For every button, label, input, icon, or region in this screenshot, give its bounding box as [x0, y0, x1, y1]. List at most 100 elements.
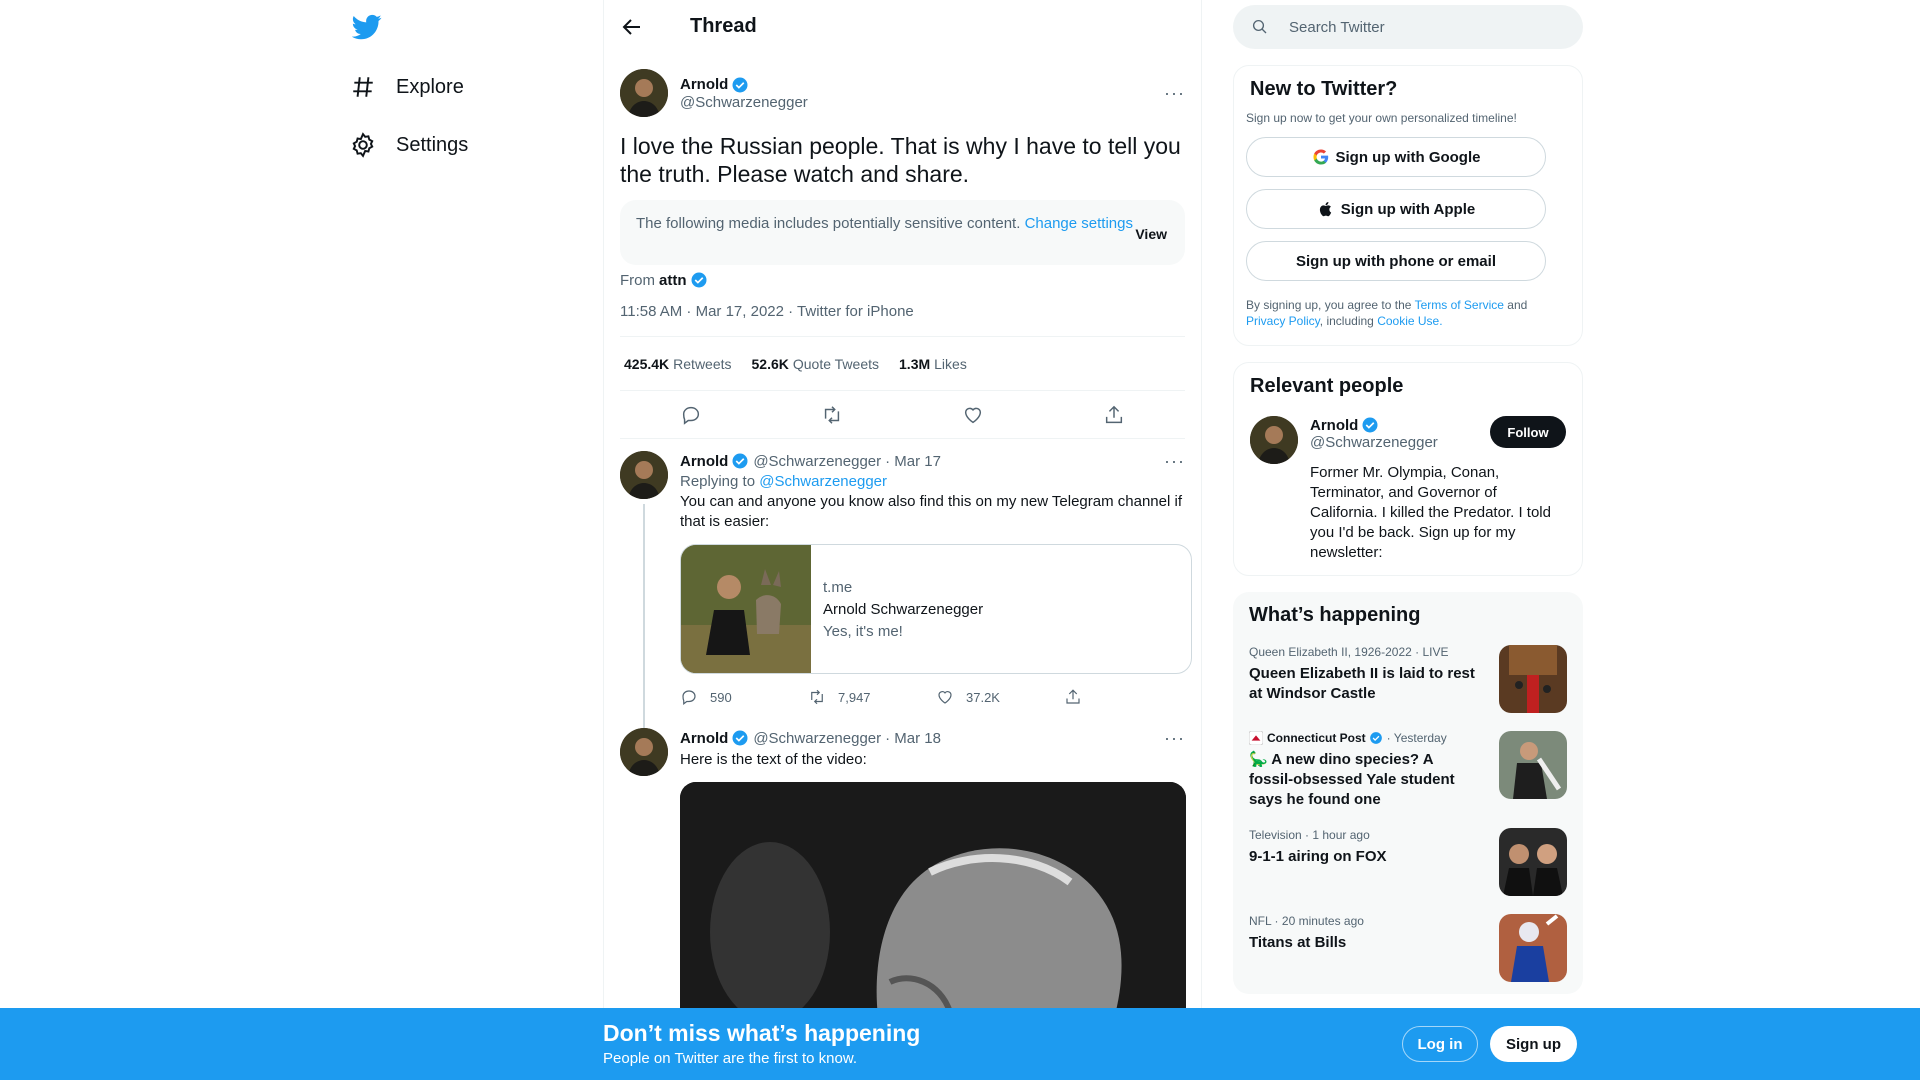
verified-badge-icon	[1362, 417, 1378, 433]
retweet-button[interactable]: 7,947	[808, 688, 936, 706]
trend-source: Connecticut Post	[1267, 731, 1366, 745]
signup-google-button[interactable]: Sign up with Google	[1246, 137, 1546, 177]
author-name[interactable]: Arnold	[680, 453, 728, 470]
more-options-icon[interactable]: ···	[1164, 451, 1185, 472]
search-placeholder: Search Twitter	[1289, 18, 1385, 36]
person-name[interactable]: Arnold	[1310, 417, 1358, 434]
reply-tweet[interactable]: Arnold @Schwarzenegger · Mar 17 ··· Repl…	[604, 439, 1201, 759]
trend-thumbnail	[1499, 914, 1567, 982]
author-handle[interactable]: @Schwarzenegger	[753, 453, 881, 470]
retweets-stat[interactable]: 425.4K Retweets	[624, 356, 732, 372]
tweet-date[interactable]: · Mar 18	[885, 730, 941, 747]
trend-item[interactable]: Television · 1 hour ago 9-1-1 airing on …	[1249, 828, 1567, 896]
terms-including: , including	[1319, 314, 1374, 328]
tweet-date[interactable]: · Mar 17	[885, 453, 941, 470]
privacy-policy-link[interactable]: Privacy Policy	[1246, 314, 1320, 328]
new-to-twitter-subtitle: Sign up now to get your own personalized…	[1246, 111, 1517, 125]
search-input[interactable]: Search Twitter	[1233, 5, 1583, 49]
author-handle[interactable]: @Schwarzenegger	[753, 730, 881, 747]
like-button[interactable]: 37.2K	[936, 688, 1064, 706]
replying-handle-link[interactable]: @Schwarzenegger	[759, 473, 887, 490]
nav-explore[interactable]: Explore	[350, 62, 464, 112]
trend-time: · Yesterday	[1386, 731, 1447, 745]
card-domain: t.me	[823, 579, 853, 596]
card-description: Yes, it's me!	[823, 623, 903, 640]
tweet-text: I love the Russian people. That is why I…	[620, 133, 1181, 187]
page-title: Thread	[690, 15, 757, 37]
tweet-text: Here is the text of the video:	[680, 751, 867, 768]
like-icon[interactable]	[962, 404, 984, 426]
reply-actions: 590 7,947 37.2K	[680, 674, 1192, 720]
trend-thumbnail	[1499, 731, 1567, 799]
signup-apple-button[interactable]: Sign up with Apple	[1246, 189, 1546, 229]
connecticut-post-logo-icon	[1249, 731, 1263, 745]
avatar[interactable]	[1250, 416, 1298, 464]
likes-stat[interactable]: 1.3M Likes	[899, 356, 967, 372]
tweet-photo[interactable]	[680, 782, 1186, 1032]
share-button[interactable]	[1064, 688, 1192, 706]
verified-badge-icon	[732, 77, 748, 92]
follow-button[interactable]: Follow	[1490, 416, 1566, 448]
trend-title: Queen Elizabeth II is laid to rest at Wi…	[1249, 665, 1475, 702]
sensitive-content-warning: The following media includes potentially…	[620, 200, 1185, 265]
right-sidebar: Search Twitter New to Twitter? Sign up n…	[1233, 0, 1583, 994]
author-name[interactable]: Arnold	[680, 730, 728, 747]
trend-title: Titans at Bills	[1249, 934, 1347, 951]
retweet-icon[interactable]	[821, 404, 843, 426]
author-name[interactable]: Arnold	[680, 76, 728, 93]
quotes-stat[interactable]: 52.6K Quote Tweets	[752, 356, 880, 372]
signup-button[interactable]: Sign up	[1490, 1026, 1577, 1062]
view-button[interactable]: View	[1135, 224, 1167, 244]
avatar[interactable]	[620, 728, 668, 776]
tweet-actions	[620, 391, 1185, 439]
whats-happening-title: What’s happening	[1249, 604, 1421, 626]
avatar[interactable]	[620, 69, 668, 117]
more-options-icon[interactable]: ···	[1164, 83, 1185, 104]
reply-tweet[interactable]: Arnold @Schwarzenegger · Mar 18 ··· Here…	[604, 720, 1201, 1032]
avatar[interactable]	[620, 451, 668, 499]
relevant-people-box: Relevant people Arnold @Schwarzenegger F…	[1233, 362, 1583, 576]
new-to-twitter-box: New to Twitter? Sign up now to get your …	[1233, 65, 1583, 346]
google-icon	[1313, 149, 1328, 165]
verified-badge-icon	[732, 453, 748, 469]
change-settings-link[interactable]: Change settings	[1025, 215, 1133, 232]
share-icon	[1066, 689, 1080, 704]
more-options-icon[interactable]: ···	[1164, 728, 1185, 749]
relevant-person[interactable]: Arnold @Schwarzenegger Former Mr. Olympi…	[1250, 416, 1566, 563]
back-arrow-icon[interactable]	[620, 15, 644, 39]
tweet-timestamp[interactable]: 11:58 AM · Mar 17, 2022 · Twitter for iP…	[620, 303, 1185, 337]
media-source: From attn	[620, 271, 1185, 289]
twitter-logo-icon[interactable]	[351, 12, 382, 42]
trend-item[interactable]: Connecticut Post · Yesterday 🦕 A new din…	[1249, 731, 1567, 810]
nav-settings[interactable]: Settings	[350, 120, 468, 170]
sensitive-text: The following media includes potentially…	[636, 215, 1021, 232]
tweet-text: You can and anyone you know also find th…	[680, 493, 1182, 530]
nav-settings-label: Settings	[396, 133, 469, 156]
trend-item[interactable]: Queen Elizabeth II, 1926-2022 · LIVE Que…	[1249, 645, 1567, 713]
nav-explore-label: Explore	[396, 75, 464, 98]
signup-phone-button[interactable]: Sign up with phone or email	[1246, 241, 1546, 281]
login-button[interactable]: Log in	[1402, 1026, 1478, 1062]
reply-count: 590	[710, 689, 732, 705]
verified-badge-icon	[1369, 732, 1382, 744]
signup-banner: Don’t miss what’s happening People on Tw…	[0, 1008, 1920, 1080]
share-icon[interactable]	[1103, 404, 1125, 426]
author-handle[interactable]: @Schwarzenegger	[680, 94, 808, 111]
thread-column: Thread Arnold @Schwarzenegger ··· I love…	[603, 0, 1202, 1080]
card-title: Arnold Schwarzenegger	[823, 601, 984, 618]
card-image	[681, 545, 811, 673]
person-bio: Former Mr. Olympia, Conan, Terminator, a…	[1310, 464, 1551, 561]
link-card[interactable]: t.me Arnold Schwarzenegger Yes, it's me!	[680, 544, 1192, 674]
signup-terms: By signing up, you agree to the Terms of…	[1246, 297, 1566, 329]
cookie-use-link[interactable]: Cookie Use.	[1377, 314, 1442, 328]
search-icon	[1252, 19, 1267, 34]
source-name[interactable]: attn	[659, 272, 687, 289]
trend-title: 🦕 A new dino species? A fossil-obsessed …	[1249, 751, 1455, 808]
terms-of-service-link[interactable]: Terms of Service	[1415, 298, 1504, 312]
reply-button[interactable]: 590	[680, 688, 808, 706]
retweet-count: 7,947	[838, 689, 871, 705]
main-tweet: Arnold @Schwarzenegger ··· I love the Ru…	[604, 63, 1201, 439]
trend-item[interactable]: NFL · 20 minutes ago Titans at Bills	[1249, 914, 1567, 982]
reply-icon[interactable]	[680, 404, 702, 426]
banner-title: Don’t miss what’s happening	[603, 1020, 921, 1046]
